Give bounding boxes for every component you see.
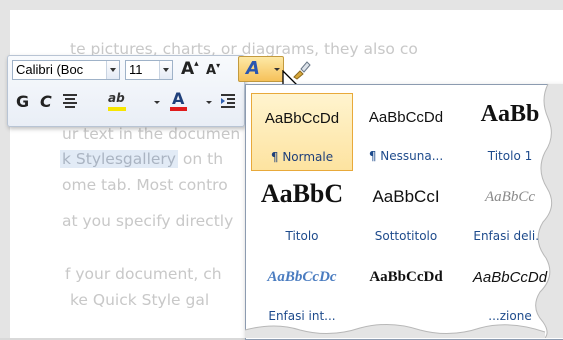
document-line: ke Quick Style gal xyxy=(70,291,210,309)
document-line: ome tab. Most contro xyxy=(62,176,228,194)
font-name-dropdown-arrow[interactable] xyxy=(106,61,119,79)
indent-button[interactable] xyxy=(220,92,236,112)
document-line: at you specify directly xyxy=(62,212,234,230)
style-tile-subtle-emphasis[interactable]: AaBbCc Enfasi deli... xyxy=(459,173,561,251)
style-label: Titolo xyxy=(285,229,319,243)
style-tile-normal[interactable]: AaBbCcDd ¶ Normale xyxy=(251,93,353,171)
grow-font-icon: A xyxy=(181,59,195,79)
style-label: ¶ Nessuna... xyxy=(368,149,444,163)
mini-toolbar: Calibri (Boc 11 A▴ A▾ G C ab A xyxy=(7,55,245,127)
selected-text: k Stylesgallery xyxy=(60,150,178,168)
style-label: ¶ Normale xyxy=(270,150,334,164)
font-size-combobox[interactable]: 11 xyxy=(125,60,173,80)
style-sample: AaBbCcDd xyxy=(264,110,340,127)
style-tile-quote[interactable]: AaBbCcDd ...zione xyxy=(459,253,561,331)
font-size-value: 11 xyxy=(129,62,143,77)
highlight-dropdown-arrow[interactable] xyxy=(154,101,160,104)
document-text: on th xyxy=(177,150,224,168)
font-name-value: Calibri (Boc xyxy=(16,62,84,77)
center-align-icon xyxy=(63,94,77,108)
font-color-dropdown-arrow[interactable] xyxy=(206,101,212,104)
style-sample: AaBbC xyxy=(260,179,344,208)
shrink-font-icon: A xyxy=(206,63,217,78)
style-tile-title[interactable]: AaBbC Titolo xyxy=(251,173,353,251)
document-line: f your document, ch xyxy=(65,265,222,283)
highlight-color-bar xyxy=(108,107,126,111)
bold-icon: G xyxy=(16,92,30,111)
style-tile-heading-1[interactable]: AaBb Titolo 1 xyxy=(459,93,561,171)
shrink-font-button[interactable]: A▾ xyxy=(206,61,220,78)
grow-font-button[interactable]: A▴ xyxy=(181,59,199,79)
font-color-bar xyxy=(170,107,187,111)
style-sample: AaBbCcDd xyxy=(369,269,443,285)
indent-icon xyxy=(221,94,235,108)
center-align-button[interactable] xyxy=(62,92,78,112)
styles-button[interactable]: A xyxy=(238,56,284,82)
style-label: Titolo 1 xyxy=(487,149,533,163)
quick-styles-gallery: AaBbCcDd ¶ Normale AaBbCcDd ¶ Nessuna...… xyxy=(245,84,563,340)
style-sample: AaBbCc xyxy=(485,189,535,205)
style-tile-subtitle[interactable]: AaBbCcI Sottotitolo xyxy=(355,173,457,251)
style-tile-no-spacing[interactable]: AaBbCcDd ¶ Nessuna... xyxy=(355,93,457,171)
style-tile-strong[interactable]: AaBbCcDd xyxy=(355,253,457,331)
italic-icon: C xyxy=(40,92,52,111)
font-size-dropdown-arrow[interactable] xyxy=(159,61,172,79)
style-sample: AaBbCcDd xyxy=(472,269,548,286)
style-label: ...zione xyxy=(488,309,532,323)
style-label: Enfasi deli... xyxy=(473,229,547,243)
style-sample: AaBb xyxy=(480,101,540,127)
font-name-combobox[interactable]: Calibri (Boc xyxy=(12,60,120,80)
styles-icon: A xyxy=(246,58,260,79)
style-sample: AaBbCcDc xyxy=(267,269,337,285)
style-sample: AaBbCcDd xyxy=(368,109,444,126)
style-label: Sottotitolo xyxy=(374,229,438,243)
italic-button[interactable]: C xyxy=(40,92,52,111)
style-label: Enfasi int... xyxy=(268,309,336,323)
selected-text-part: k Styles xyxy=(62,150,123,168)
bold-button[interactable]: G xyxy=(16,92,29,111)
styles-dropdown-arrow[interactable] xyxy=(274,68,280,71)
document-line: k Stylesgallery on th xyxy=(60,150,223,168)
document-line: ur text in the documen xyxy=(62,125,241,143)
style-sample: AaBbCcI xyxy=(372,187,440,206)
style-tile-intense-emphasis[interactable]: AaBbCcDc Enfasi int... xyxy=(251,253,353,331)
selected-text-part: gallery xyxy=(122,150,176,168)
